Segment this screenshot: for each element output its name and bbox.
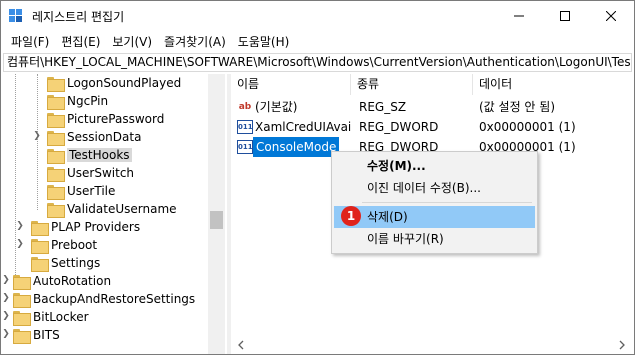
chevron-right-icon[interactable]: ❯ (1, 293, 11, 303)
list-horizontal-scrollbar[interactable] (231, 336, 634, 354)
tree-item-logonsoundplayed[interactable]: LogonSoundPlayed (47, 74, 181, 92)
chevron-right-icon[interactable]: ❯ (15, 239, 25, 249)
tree-item-plap-providers[interactable]: PLAP Providers (31, 218, 140, 236)
tree-item-label: TestHooks (67, 148, 132, 162)
menu-view[interactable]: 보기(V) (106, 32, 158, 52)
folder-icon (47, 94, 65, 110)
tree-item-testhooks[interactable]: TestHooks (47, 146, 132, 164)
list-row-xamlcreduiavailable[interactable]: 011 XamlCredUIAvai... REG_DWORD 0x000000… (231, 117, 634, 137)
tree-vertical-scrollbar[interactable] (208, 74, 225, 354)
tree-item-settings[interactable]: Settings (31, 254, 100, 272)
folder-icon (47, 184, 65, 200)
dword-value-icon: 011 (237, 140, 253, 154)
tree-item-label: AutoRotation (33, 274, 112, 288)
chevron-left-icon[interactable] (235, 339, 247, 351)
value-data: 0x00000001 (1) (479, 120, 576, 134)
chevron-right-icon[interactable]: ❯ (1, 275, 11, 285)
minimize-icon (514, 15, 524, 17)
tree-item-validateusername[interactable]: ValidateUsername (47, 200, 177, 218)
folder-icon (47, 166, 65, 182)
regedit-app-icon (9, 9, 22, 22)
tree-item-label: NgcPin (67, 94, 109, 108)
tree-item-userswitch[interactable]: UserSwitch (47, 164, 134, 182)
tree-item-preboot[interactable]: Preboot (31, 236, 97, 254)
context-menu-rename[interactable]: 이름 바꾸기(R) (334, 228, 535, 250)
value-type: REG_SZ (359, 100, 407, 114)
maximize-button[interactable] (542, 1, 588, 31)
registry-editor-window: 레지스트리 편집기 파일(F) 편집(E) 보기(V) 즐겨찾기(A) 도움말(… (0, 0, 635, 355)
tree-item-label: BitLocker (33, 310, 89, 324)
chevron-right-icon[interactable]: ❯ (15, 221, 25, 231)
folder-icon (47, 202, 65, 218)
tree-item-label: Settings (51, 256, 101, 270)
step-number-badge: 1 (341, 206, 361, 226)
tree-item-label: LogonSoundPlayed (67, 76, 182, 90)
column-header-data[interactable]: 데이터 (473, 74, 634, 95)
title-bar[interactable]: 레지스트리 편집기 (1, 1, 634, 31)
chevron-right-icon[interactable] (616, 339, 628, 351)
tree-item-label: Preboot (51, 238, 98, 252)
folder-icon (31, 220, 49, 236)
menu-help[interactable]: 도움말(H) (232, 32, 296, 52)
context-menu: 수정(M)... 이진 데이터 수정(B)... 삭제(D) 이름 바꾸기(R) (331, 151, 538, 254)
tree-item-bitlocker[interactable]: BitLocker (13, 308, 89, 326)
tree-item-label: PLAP Providers (51, 220, 141, 234)
list-row-default[interactable]: ab (기본값) REG_SZ (값 설정 안 됨) (231, 97, 634, 117)
tree-item-autorotation[interactable]: AutoRotation (13, 272, 111, 290)
folder-icon (13, 274, 31, 290)
close-icon (606, 11, 616, 21)
tree-item-picturepassword[interactable]: PicturePassword (47, 110, 164, 128)
tree-item-label: BackupAndRestoreSettings (33, 292, 196, 306)
menu-file[interactable]: 파일(F) (5, 32, 55, 52)
column-header-type[interactable]: 종류 (351, 74, 473, 95)
context-menu-separator (362, 202, 532, 203)
chevron-right-icon[interactable]: ❯ (32, 131, 42, 141)
string-value-icon: ab (238, 102, 252, 112)
value-name: (기본값) (255, 100, 298, 114)
folder-icon (13, 328, 31, 344)
tree-item-ngcpin[interactable]: NgcPin (47, 92, 108, 110)
folder-icon (47, 112, 65, 128)
dword-value-icon: 011 (237, 120, 253, 134)
folder-icon (13, 310, 31, 326)
column-header-name[interactable]: 이름 (231, 74, 351, 95)
tree-item-label: SessionData (67, 130, 142, 144)
key-tree[interactable]: LogonSoundPlayed NgcPin PicturePassword … (1, 74, 227, 354)
tree-item-sessiondata[interactable]: SessionData (47, 128, 141, 146)
folder-icon (47, 130, 65, 146)
window-title: 레지스트리 편집기 (32, 10, 125, 24)
tree-item-usertile[interactable]: UserTile (47, 182, 115, 200)
chevron-right-icon[interactable]: ❯ (1, 329, 11, 339)
address-bar[interactable]: 컴퓨터\HKEY_LOCAL_MACHINE\SOFTWARE\Microsof… (3, 53, 632, 72)
folder-icon (13, 292, 31, 308)
context-menu-modify-binary[interactable]: 이진 데이터 수정(B)... (334, 177, 535, 199)
menu-bar: 파일(F) 편집(E) 보기(V) 즐겨찾기(A) 도움말(H) (1, 32, 634, 52)
value-data: (값 설정 안 됨) (479, 100, 556, 114)
folder-icon (47, 76, 65, 92)
close-button[interactable] (588, 1, 634, 31)
maximize-icon (560, 11, 570, 21)
value-name: XamlCredUIAvai... (255, 120, 351, 134)
chevron-right-icon[interactable]: ❯ (1, 311, 11, 321)
tree-guide-line (37, 74, 38, 210)
tree-item-label: BITS (33, 328, 60, 342)
value-name: ConsoleMode (253, 137, 340, 157)
context-menu-modify[interactable]: 수정(M)... (334, 155, 535, 177)
tree-item-backupandrestoresettings[interactable]: BackupAndRestoreSettings (13, 290, 195, 308)
folder-icon (31, 256, 49, 272)
scrollbar-thumb[interactable] (210, 211, 223, 229)
tree-item-label: ValidateUsername (67, 202, 177, 216)
folder-icon (31, 238, 49, 254)
tree-item-label: UserSwitch (67, 166, 135, 180)
minimize-button[interactable] (496, 1, 542, 31)
context-menu-delete[interactable]: 삭제(D) (334, 206, 535, 228)
menu-edit[interactable]: 편집(E) (55, 32, 106, 52)
menu-favorites[interactable]: 즐겨찾기(A) (158, 32, 232, 52)
folder-open-icon (47, 148, 65, 164)
value-type: REG_DWORD (359, 120, 439, 134)
tree-item-bits[interactable]: BITS (13, 326, 60, 344)
tree-item-label: UserTile (67, 184, 116, 198)
tree-item-label: PicturePassword (67, 112, 165, 126)
